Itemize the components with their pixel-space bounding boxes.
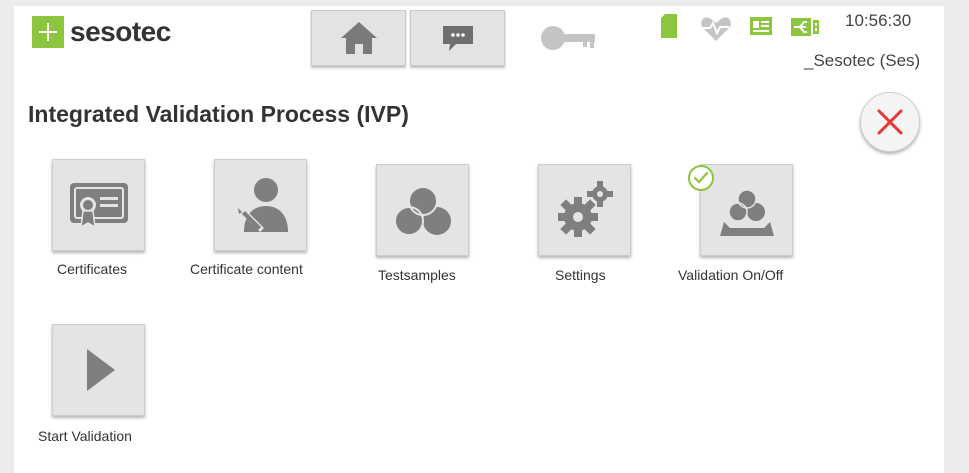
start-validation-tile[interactable] bbox=[52, 324, 145, 416]
play-icon bbox=[86, 349, 115, 391]
sd-card-icon bbox=[659, 14, 679, 40]
monitor-icon bbox=[749, 16, 773, 38]
current-user: _Sesotec (Ses) bbox=[804, 51, 921, 70]
certificate-content-tile[interactable] bbox=[214, 159, 307, 251]
usb-icon bbox=[790, 17, 820, 37]
settings-label: Settings bbox=[555, 267, 606, 283]
home-icon bbox=[340, 22, 377, 54]
user-edit-icon bbox=[237, 178, 288, 232]
close-button[interactable] bbox=[860, 92, 920, 152]
certificates-tile[interactable] bbox=[52, 159, 145, 251]
validation-toggle-icon bbox=[719, 189, 774, 236]
certificate-content-label: Certificate content bbox=[190, 261, 303, 277]
start-validation-label: Start Validation bbox=[38, 428, 132, 444]
validation-toggle-label: Validation On/Off bbox=[678, 267, 784, 283]
testsamples-tile[interactable] bbox=[376, 164, 469, 256]
page-title: Integrated Validation Process (IVP) bbox=[28, 101, 409, 127]
close-icon bbox=[877, 109, 903, 135]
settings-tile[interactable] bbox=[538, 164, 631, 256]
certificate-icon bbox=[69, 183, 128, 229]
chat-bubble-icon bbox=[442, 26, 473, 51]
validation-check-icon bbox=[687, 164, 715, 192]
messages-button[interactable] bbox=[410, 10, 505, 66]
testsamples-label: Testsamples bbox=[378, 267, 456, 283]
brand-name: sesotec bbox=[70, 16, 171, 47]
test-samples-icon bbox=[393, 186, 451, 236]
gears-icon bbox=[557, 181, 613, 237]
home-button[interactable] bbox=[311, 10, 406, 66]
certificates-label: Certificates bbox=[57, 261, 128, 277]
brand-mark-icon bbox=[32, 16, 64, 48]
key-icon[interactable] bbox=[539, 22, 599, 54]
heart-pulse-icon bbox=[700, 16, 732, 42]
clock: 10:56:30 bbox=[845, 11, 912, 30]
app-window: sesotec 10:56:30 _Sesotec (Ses) Integrat… bbox=[14, 6, 944, 473]
brand-logo: sesotec bbox=[32, 16, 171, 48]
